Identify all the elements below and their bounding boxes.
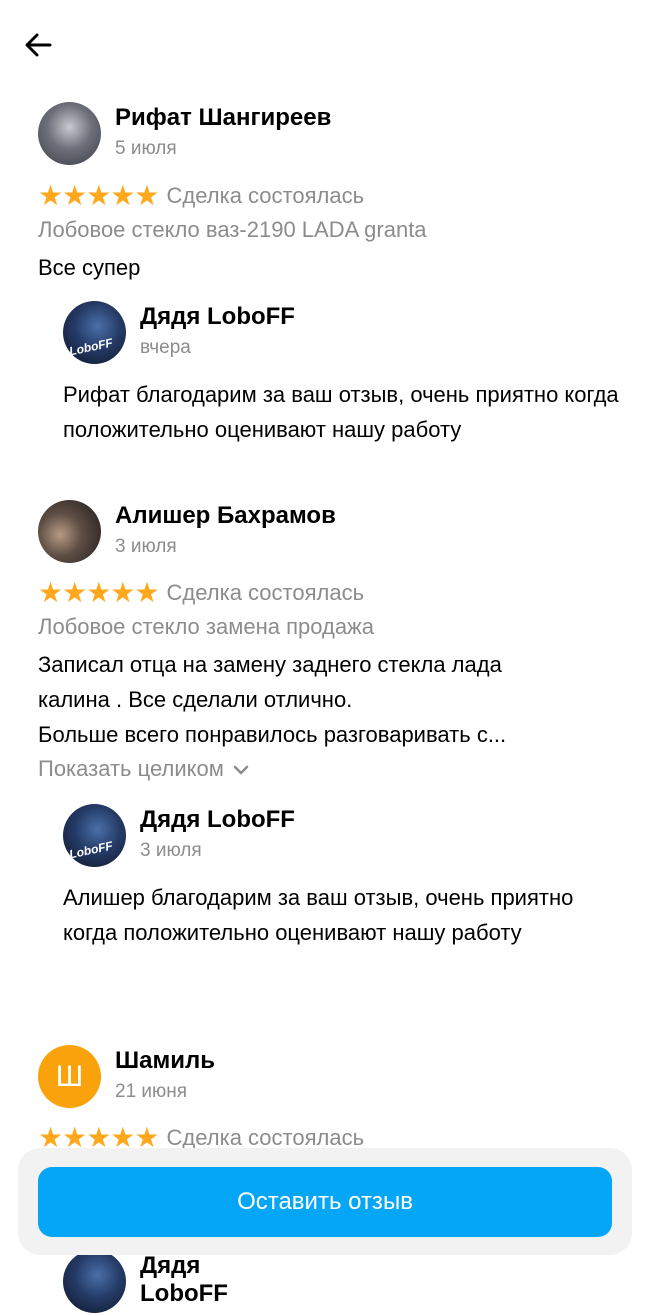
reply-text: Алишер благодарим за ваш отзыв, очень пр… [63, 885, 574, 945]
back-button[interactable] [20, 26, 58, 64]
avatar[interactable] [38, 500, 101, 563]
review-author[interactable]: Алишер Бахрамов [115, 502, 336, 530]
review-date: 3 июля [115, 536, 177, 557]
review-card: Алишер Бахрамов 3 июля ★★★★★ Сделка сост… [38, 500, 629, 950]
seller-reply: LoboFF Дядя LoboFF 3 июля Алишер благода… [63, 804, 629, 950]
avatar[interactable]: LoboFF [63, 301, 126, 364]
avatar-logo: LoboFF [68, 335, 114, 359]
avatar-logo: LoboFF [68, 838, 114, 862]
review-text-line: Больше всего понравилось разговаривать с… [38, 722, 507, 747]
review-date: 5 июля [115, 138, 177, 159]
review-card: Рифат Шангиреев 5 июля ★★★★★ Сделка сост… [38, 102, 629, 447]
rating-stars: ★★★★★ [38, 180, 160, 211]
bottom-action-bar: Оставить отзыв [18, 1148, 632, 1255]
avatar[interactable] [38, 102, 101, 165]
chevron-down-icon [233, 765, 249, 775]
reply-author[interactable]: Дядя LoboFF [140, 1252, 228, 1308]
review-item: Лобовое стекло замена продажа [38, 614, 375, 639]
reply-date: вчера [140, 337, 191, 358]
deal-status: Сделка состоялась [166, 580, 365, 605]
review-text-line: Записал отца на замену заднего стекла ла… [38, 652, 502, 677]
review-text: Записал отца на замену заднего стекла ла… [38, 647, 629, 752]
leave-review-button[interactable]: Оставить отзыв [38, 1167, 612, 1237]
reply-author[interactable]: Дядя LoboFF [140, 303, 295, 331]
seller-reply: LoboFF Дядя LoboFF вчера Рифат благодари… [63, 301, 629, 447]
show-more-link[interactable]: Показать целиком [38, 756, 629, 782]
avatar[interactable]: Ш [38, 1045, 101, 1108]
rating-stars: ★★★★★ [38, 577, 160, 608]
avatar[interactable]: LoboFF [63, 804, 126, 867]
review-text: Все супер [38, 255, 141, 280]
deal-status: Сделка состоялась [166, 183, 365, 208]
review-item: Лобовое стекло ваз-2190 LADA granta [38, 217, 427, 242]
review-text-line: калина . Все сделали отлично. [38, 687, 353, 712]
reply-text: Рифат благодарим за ваш отзыв, очень при… [63, 382, 619, 442]
review-author[interactable]: Шамиль [115, 1047, 215, 1075]
reply-date: 3 июля [140, 840, 202, 861]
avatar[interactable] [63, 1250, 126, 1313]
review-date: 21 июня [115, 1081, 188, 1102]
show-more-label: Показать целиком [38, 756, 224, 781]
arrow-left-icon [25, 33, 52, 57]
review-author[interactable]: Рифат Шангиреев [115, 104, 331, 132]
reply-author[interactable]: Дядя LoboFF [140, 806, 295, 834]
review-card: Ш Шамиль 21 июня ★★★★★ Сделка состоялась [38, 1045, 629, 1155]
